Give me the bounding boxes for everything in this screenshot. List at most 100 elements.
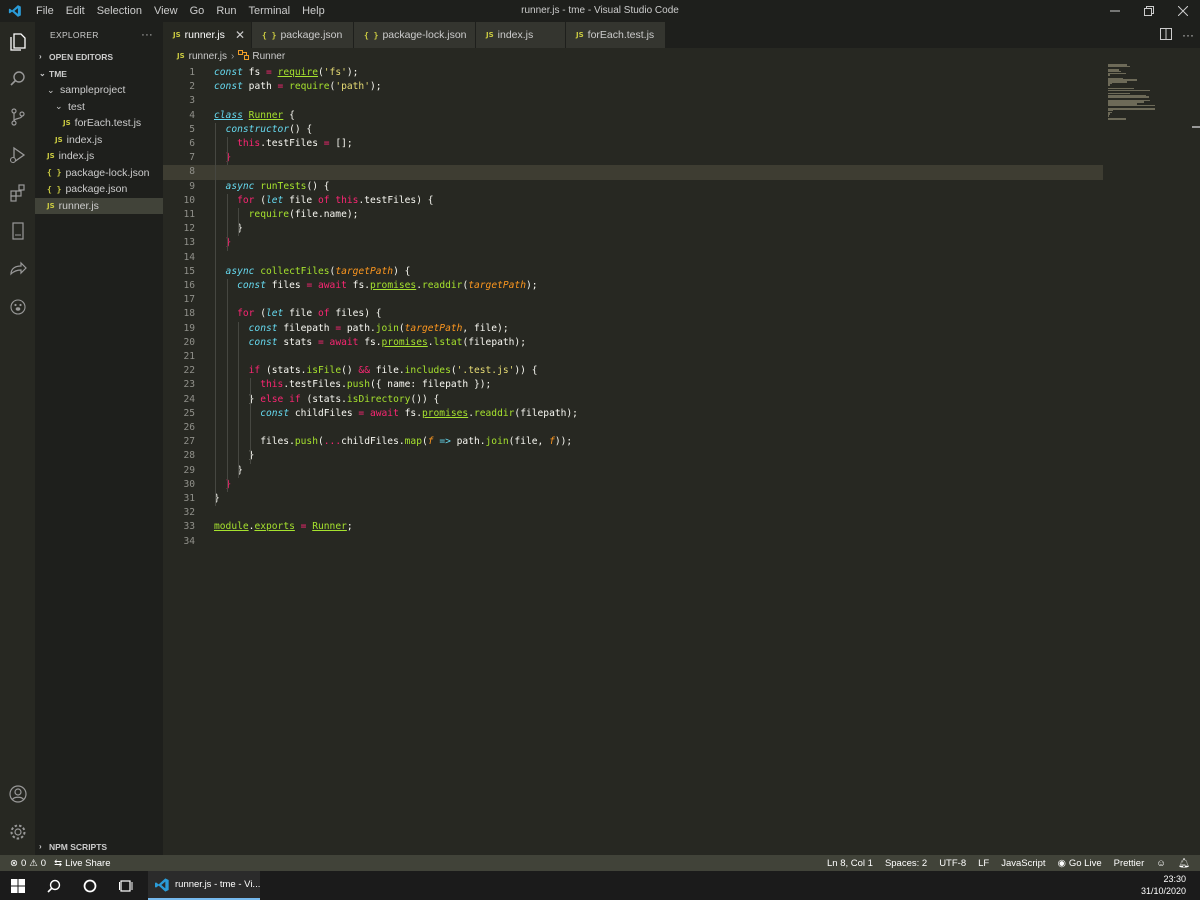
tree-item[interactable]: { } package.json: [35, 181, 163, 198]
cursor-position[interactable]: Ln 8, Col 1: [827, 858, 873, 869]
npm-scripts-section[interactable]: › NPM SCRIPTS: [35, 838, 163, 855]
menu-view[interactable]: View: [148, 0, 184, 22]
menu-help[interactable]: Help: [296, 0, 331, 22]
js-file-icon: JS: [55, 135, 63, 144]
explorer-icon[interactable]: [0, 22, 35, 60]
tab-forEach-test-js[interactable]: JS forEach.test.js: [566, 22, 666, 48]
windows-start-icon[interactable]: [0, 871, 36, 900]
js-file-icon: JS: [47, 152, 55, 161]
source-control-icon[interactable]: [0, 98, 35, 136]
prettier-status[interactable]: Prettier: [1114, 858, 1145, 869]
code-text: const filepath = path.join(targetPath, f…: [214, 322, 509, 336]
tab-runner-js[interactable]: JS runner.js ✕: [163, 22, 252, 48]
workspace-section[interactable]: ⌄ TME: [35, 65, 163, 82]
tree-item[interactable]: JS index.js: [35, 148, 163, 165]
code-text: for (let file of files) {: [214, 307, 381, 321]
tree-item[interactable]: ⌄ sampleproject: [35, 82, 163, 99]
menu-go[interactable]: Go: [184, 0, 211, 22]
cortana-icon[interactable]: [72, 871, 108, 900]
minimize-icon[interactable]: [1098, 0, 1132, 22]
code-line: 32: [163, 506, 1103, 520]
menu-file[interactable]: File: [30, 0, 60, 22]
code-text: files.push(...childFiles.map(f => path.j…: [214, 435, 572, 449]
close-window-icon[interactable]: [1166, 0, 1200, 22]
system-clock[interactable]: 23:30 31/10/2020: [1141, 873, 1186, 897]
close-tab-icon[interactable]: ✕: [235, 28, 245, 42]
json-file-icon: { }: [262, 30, 277, 40]
search-icon[interactable]: [36, 871, 72, 900]
search-icon[interactable]: [0, 60, 35, 98]
language-mode[interactable]: JavaScript: [1001, 858, 1045, 869]
more-actions-icon[interactable]: ···: [1182, 28, 1194, 42]
breadcrumb-symbol[interactable]: Runner: [252, 51, 285, 62]
title-bar: File Edit Selection View Go Run Terminal Help r…: [0, 0, 1200, 22]
line-number: 22: [183, 365, 195, 377]
tree-item-label: package-lock.json: [65, 166, 150, 179]
go-live-button[interactable]: ◉ Go Live: [1058, 858, 1102, 869]
taskbar-vscode-app[interactable]: runner.js - tme - Vi...: [148, 871, 260, 900]
task-view-icon[interactable]: [108, 871, 144, 900]
error-icon: ⊗: [10, 857, 18, 869]
status-bar: ⊗ 0 ⚠ 0 ⇆ Live Share Ln 8, Col 1 Spaces:…: [0, 855, 1200, 871]
code-text: const path = require('path');: [214, 80, 382, 94]
run-debug-icon[interactable]: [0, 136, 35, 174]
tree-item[interactable]: JS forEach.test.js: [35, 115, 163, 132]
split-editor-icon[interactable]: [1160, 27, 1172, 43]
code-text: this.testFiles.push({ name: filepath });: [214, 378, 491, 392]
feedback-icon[interactable]: ☺: [1156, 858, 1166, 869]
breadcrumb-file[interactable]: runner.js: [189, 51, 227, 62]
code-line: 6 this.testFiles = [];: [163, 137, 1103, 151]
encoding[interactable]: UTF-8: [939, 858, 966, 869]
js-file-icon: JS: [173, 31, 181, 39]
tab-package-lock-json[interactable]: { } package-lock.json: [354, 22, 476, 48]
code-token: =>: [439, 436, 451, 448]
bell-icon[interactable]: 🔔︎: [1178, 858, 1190, 869]
code-token: ));: [554, 436, 573, 448]
problems-indicator[interactable]: ⊗ 0 ⚠ 0: [10, 858, 46, 869]
tab-package-json[interactable]: { } package.json: [252, 22, 354, 48]
workspace-label: TME: [49, 68, 67, 79]
tree-item[interactable]: { } package-lock.json: [35, 165, 163, 182]
tree-item[interactable]: ⌄ test: [35, 99, 163, 116]
tree-item[interactable]: JS index.js: [35, 132, 163, 149]
minimap[interactable]: [1108, 64, 1193, 124]
clock-date: 31/10/2020: [1140, 886, 1186, 896]
code-token: push: [346, 379, 370, 391]
indent-guide: [215, 122, 216, 507]
go-live-label: Go Live: [1068, 857, 1102, 869]
menu-edit[interactable]: Edit: [60, 0, 91, 22]
code-token: fs: [242, 67, 266, 78]
code-editor[interactable]: 1 const fs = require('fs'); 2 const path = …: [163, 64, 1200, 855]
line-number: 8: [189, 166, 195, 178]
menu-run[interactable]: Run: [210, 0, 242, 22]
tab-index-js[interactable]: JS index.js: [476, 22, 566, 48]
gear-icon[interactable]: [0, 813, 35, 851]
menu-terminal[interactable]: Terminal: [243, 0, 297, 22]
notebook-icon[interactable]: [0, 212, 35, 250]
extensions-icon[interactable]: [0, 174, 35, 212]
end-of-line[interactable]: LF: [978, 858, 989, 869]
line-number: 31: [183, 493, 195, 504]
paw-icon[interactable]: [0, 288, 35, 326]
tree-item[interactable]: JS runner.js: [35, 197, 163, 214]
line-number: 5: [189, 123, 195, 135]
restore-icon[interactable]: [1132, 0, 1166, 22]
scrollbar-marker[interactable]: [1192, 126, 1200, 128]
more-actions-icon[interactable]: ···: [141, 29, 153, 41]
code-token: path.: [450, 436, 486, 448]
code-token: () {: [289, 123, 313, 135]
code-token: targetPath: [468, 280, 526, 291]
code-token: const: [260, 407, 290, 419]
code-token: }: [214, 478, 232, 490]
account-icon[interactable]: [0, 775, 35, 813]
menu-selection[interactable]: Selection: [91, 0, 148, 22]
live-share-button[interactable]: ⇆ Live Share: [54, 858, 110, 869]
open-editors-section[interactable]: › OPEN EDITORS: [35, 48, 163, 65]
code-text: if (stats.isFile() && file.includes('.te…: [214, 364, 538, 378]
code-token: includes: [404, 365, 451, 377]
tree-item-label: sampleproject: [60, 84, 126, 97]
live-share-icon[interactable]: [0, 250, 35, 288]
indentation[interactable]: Spaces: 2: [885, 858, 927, 869]
